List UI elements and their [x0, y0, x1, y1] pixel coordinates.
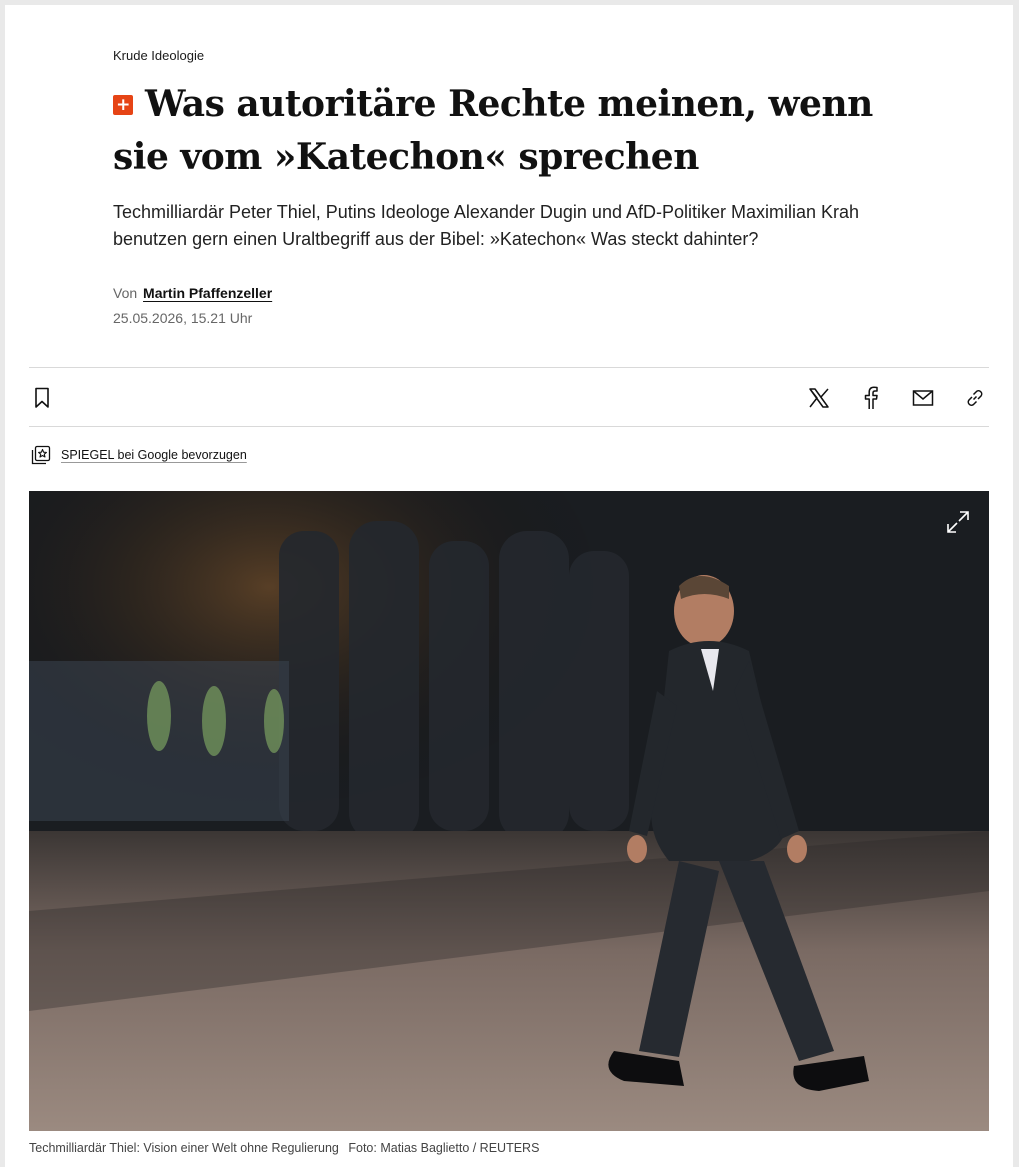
article-teaser: Techmilliardär Peter Thiel, Putins Ideol…: [113, 202, 860, 249]
share-facebook-button[interactable]: [858, 385, 884, 411]
byline-prefix: Von: [113, 285, 138, 301]
hero-photo: [29, 491, 989, 1131]
share-x-button[interactable]: [806, 385, 832, 411]
image-caption: Techmilliardär Thiel: Vision einer Welt …: [29, 1141, 539, 1155]
mail-icon: [912, 390, 934, 406]
photo-credit: Foto: Matias Baglietto / REUTERS: [348, 1141, 540, 1155]
google-preference-link[interactable]: SPIEGEL bei Google bevorzugen: [31, 445, 247, 465]
headline-text: Was autoritäre Rechte meinen, wenn sie v…: [113, 83, 873, 178]
caption-text: Techmilliardär Thiel: Vision einer Welt …: [29, 1141, 339, 1155]
hero-image[interactable]: [29, 491, 989, 1131]
bookmark-icon: [35, 387, 49, 408]
x-icon: [809, 388, 829, 408]
article-headline: + Was autoritäre Rechte meinen, wenn sie …: [113, 78, 903, 184]
article-kicker: Krude Ideologie: [113, 48, 205, 63]
publish-date: 25.05.2026, 15.21 Uhr: [113, 310, 253, 326]
article-toolbar: [29, 367, 989, 427]
share-mail-button[interactable]: [910, 385, 936, 411]
bookmark-button[interactable]: [29, 385, 55, 411]
article-page: Krude Ideologie + Was autoritäre Rechte m…: [5, 5, 1013, 1167]
google-preference-label: SPIEGEL bei Google bevorzugen: [61, 448, 247, 462]
facebook-icon: [864, 386, 878, 409]
expand-icon[interactable]: [945, 509, 971, 535]
spiegel-plus-badge: +: [113, 95, 133, 115]
byline: Von Martin Pfaffenzeller: [113, 285, 903, 301]
link-icon: [967, 390, 983, 406]
author-link[interactable]: Martin Pfaffenzeller: [143, 285, 272, 301]
star-stack-icon: [31, 445, 51, 465]
copy-link-button[interactable]: [962, 385, 988, 411]
